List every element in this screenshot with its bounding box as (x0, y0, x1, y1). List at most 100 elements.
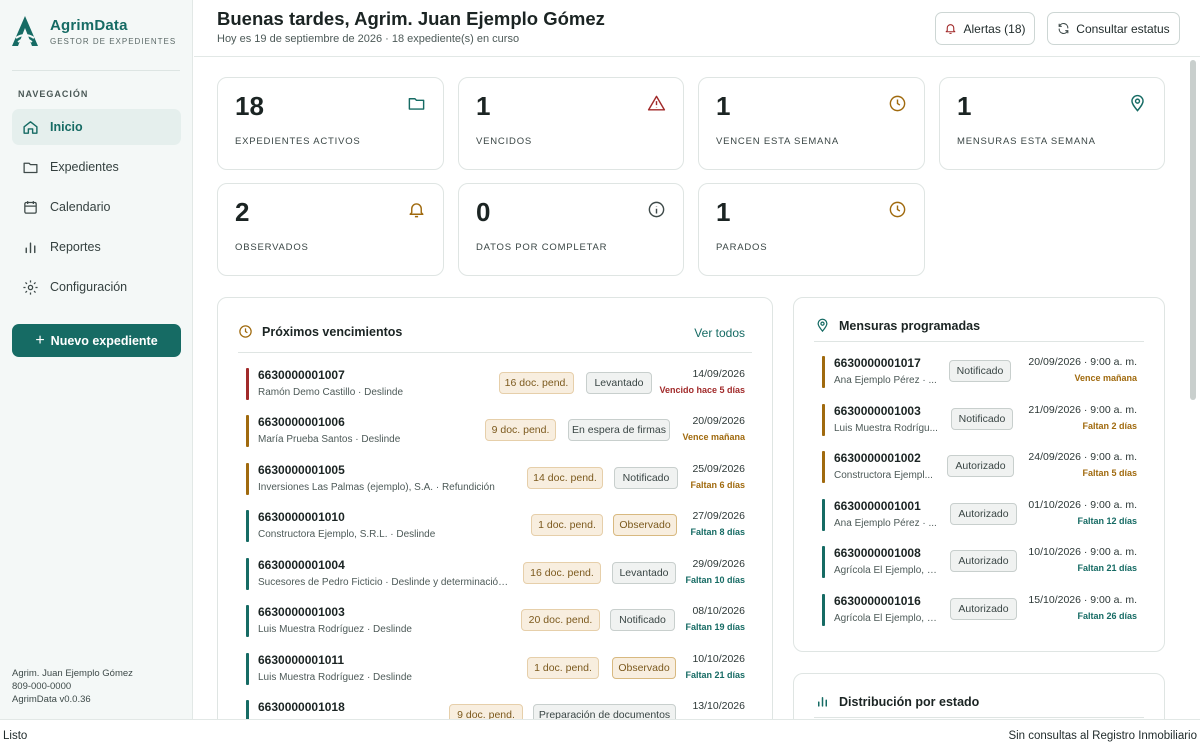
row-due-label: Faltan 8 días (690, 527, 745, 537)
table-row[interactable]: 6630000001006 María Prueba Santos · Desl… (246, 413, 745, 453)
table-row[interactable]: 6630000001018 9 doc. pend. Preparación d… (246, 698, 745, 719)
status-badge: En espera de firmas (568, 419, 670, 441)
user-phone: 809-000-0000 (12, 681, 72, 692)
stat-card-surveys-week[interactable]: 1 MENSURAS ESTA SEMANA (939, 77, 1165, 170)
row-status-bar (246, 368, 249, 400)
folder-icon (408, 98, 425, 110)
row-description: Agrícola El Ejemplo, S... (834, 613, 938, 624)
sidebar-item-expedientes[interactable]: Expedientes (12, 149, 181, 185)
pending-docs-badge: 16 doc. pend. (499, 372, 574, 394)
pending-docs-badge: 20 doc. pend. (521, 609, 600, 631)
table-row[interactable]: 6630000001007 Ramón Demo Castillo · Desl… (246, 366, 745, 406)
status-badge: Autorizado (947, 455, 1014, 477)
stat-value: 2 (235, 197, 250, 227)
stat-card-incomplete[interactable]: 0 DATOS POR COMPLETAR (458, 183, 684, 276)
pending-docs-badge: 9 doc. pend. (485, 419, 556, 441)
dashboard: 18 EXPEDIENTES ACTIVOS 1 VENCIDOS 1 VENC… (194, 57, 1188, 719)
row-status-bar (246, 510, 249, 542)
page-subtitle: Hoy es 19 de septiembre de 2026 · 18 exp… (217, 33, 520, 45)
row-description: Ramón Demo Castillo · Deslinde (258, 387, 404, 398)
row-due-label: Vencido hace 5 días (659, 385, 745, 395)
row-date: 25/09/2026 (692, 463, 745, 475)
stat-card-stopped[interactable]: 1 PARADOS (698, 183, 925, 276)
calendar-icon (24, 200, 37, 214)
upcoming-deadlines-panel: Próximos vencimientos Ver todos 66300000… (217, 297, 773, 719)
pending-docs-badge: 14 doc. pend. (527, 467, 603, 489)
status-badge: Notificado (951, 408, 1013, 430)
row-status-bar (822, 594, 825, 626)
status-badge: Notificado (614, 467, 678, 489)
row-due-label: Faltan 21 días (685, 670, 745, 680)
row-description: Luis Muestra Rodrígu... (834, 423, 938, 434)
stat-label: VENCEN ESTA SEMANA (716, 136, 839, 147)
row-date: 14/09/2026 (692, 368, 745, 380)
brand-subtitle: GESTOR DE EXPEDIENTES (50, 36, 177, 46)
plus-icon: + (35, 331, 45, 349)
stat-value: 1 (476, 91, 491, 121)
alerts-button[interactable]: Alertas (18) (935, 12, 1035, 45)
list-item[interactable]: 6630000001016 Agrícola El Ejemplo, S... … (822, 592, 1137, 632)
table-row[interactable]: 6630000001003 Luis Muestra Rodríguez · D… (246, 603, 745, 643)
stat-label: MENSURAS ESTA SEMANA (957, 136, 1096, 147)
row-description: Luis Muestra Rodríguez · Deslinde (258, 624, 412, 635)
new-expediente-label: Nuevo expediente (50, 333, 158, 348)
row-code: 6630000001008 (834, 546, 921, 560)
row-date: 01/10/2026 · 9:00 a. m. (1028, 499, 1137, 511)
row-due-label: Faltan 2 días (1082, 421, 1137, 431)
user-name: Agrim. Juan Ejemplo Gómez (12, 668, 133, 679)
status-badge: Observado (612, 657, 676, 679)
row-code: 6630000001017 (834, 356, 921, 370)
brand-name: AgrimData (50, 16, 128, 34)
table-row[interactable]: 6630000001010 Constructora Ejemplo, S.R.… (246, 508, 745, 548)
row-date: 20/09/2026 · 9:00 a. m. (1028, 356, 1137, 368)
list-item[interactable]: 6630000001003 Luis Muestra Rodrígu... No… (822, 402, 1137, 442)
header: Buenas tardes, Agrim. Juan Ejemplo Gómez… (194, 0, 1200, 57)
sidebar-item-inicio[interactable]: Inicio (12, 109, 181, 145)
stat-card-due-week[interactable]: 1 VENCEN ESTA SEMANA (698, 77, 925, 170)
table-row[interactable]: 6630000001004 Sucesores de Pedro Fictici… (246, 556, 745, 596)
row-date: 15/10/2026 · 9:00 a. m. (1028, 594, 1137, 606)
sidebar-footer: Agrim. Juan Ejemplo Gómez 809-000-0000 A… (12, 667, 133, 706)
stat-label: VENCIDOS (476, 136, 533, 147)
row-due-label: Faltan 12 días (1077, 516, 1137, 526)
list-item[interactable]: 6630000001008 Agrícola El Ejemplo, S... … (822, 544, 1137, 584)
row-status-bar (822, 546, 825, 578)
agrimdata-logo-icon (12, 16, 38, 46)
status-badge: Autorizado (950, 550, 1017, 572)
table-row[interactable]: 6630000001005 Inversiones Las Palmas (ej… (246, 461, 745, 501)
stat-card-observed[interactable]: 2 OBSERVADOS (217, 183, 444, 276)
status-badge: Levantado (586, 372, 652, 394)
list-item[interactable]: 6630000001017 Ana Ejemplo Pérez · ... No… (822, 354, 1137, 394)
row-status-bar (246, 463, 249, 495)
row-description: Ana Ejemplo Pérez · ... (834, 518, 937, 529)
sidebar-item-label: Expedientes (50, 160, 119, 174)
stat-card-active[interactable]: 18 EXPEDIENTES ACTIVOS (217, 77, 444, 170)
row-date: 10/10/2026 (692, 653, 745, 665)
sidebar-item-reportes[interactable]: Reportes (12, 229, 181, 265)
panel-title-text: Mensuras programadas (839, 318, 981, 333)
row-description: Luis Muestra Rodríguez · Deslinde (258, 672, 412, 683)
scheduled-surveys-title: Mensuras programadas (815, 318, 980, 333)
row-due-label: Faltan 21 días (1077, 563, 1137, 573)
clock-icon (239, 325, 252, 338)
pending-docs-badge: 9 doc. pend. (449, 704, 523, 719)
list-item[interactable]: 6630000001002 Constructora Ejempl... Aut… (822, 449, 1137, 489)
main-scrollbar[interactable] (1190, 60, 1196, 400)
stat-value: 18 (235, 91, 264, 121)
status-text: Listo (3, 730, 28, 742)
row-date: 08/10/2026 (692, 605, 745, 617)
view-all-link[interactable]: Ver todos (694, 326, 745, 340)
sidebar-item-calendario[interactable]: Calendario (12, 189, 181, 225)
stat-card-overdue[interactable]: 1 VENCIDOS (458, 77, 684, 170)
sidebar-item-configuracion[interactable]: Configuración (12, 269, 181, 305)
table-row[interactable]: 6630000001011 Luis Muestra Rodríguez · D… (246, 651, 745, 691)
new-expediente-button[interactable]: + Nuevo expediente (12, 324, 181, 357)
check-status-button[interactable]: Consultar estatus (1047, 12, 1180, 45)
row-due-label: Faltan 5 días (1082, 468, 1137, 478)
stat-label: DATOS POR COMPLETAR (476, 242, 608, 253)
row-due-label: Vence mañana (682, 432, 745, 442)
list-item[interactable]: 6630000001001 Ana Ejemplo Pérez · ... Au… (822, 497, 1137, 537)
row-date: 20/09/2026 (692, 415, 745, 427)
alerts-label: Alertas (18) (963, 21, 1026, 36)
row-status-bar (246, 415, 249, 447)
